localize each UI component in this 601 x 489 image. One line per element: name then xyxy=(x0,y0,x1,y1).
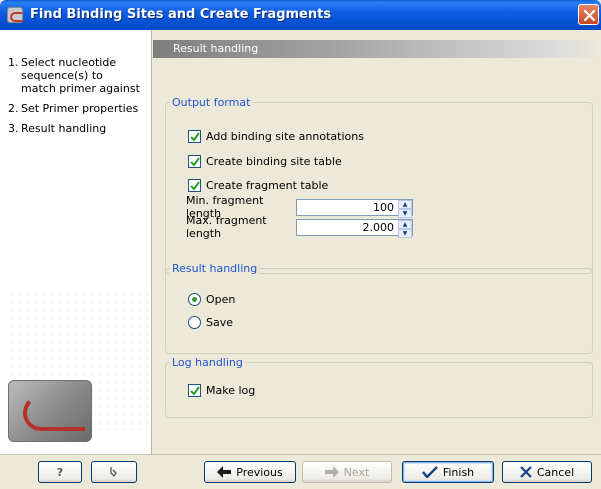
arrow-down-icon[interactable]: ▼ xyxy=(398,208,412,218)
cancel-label: Cancel xyxy=(536,465,575,479)
cancel-button[interactable]: Cancel xyxy=(502,461,592,483)
checkmark-icon xyxy=(421,466,438,478)
checkbox-box[interactable] xyxy=(188,154,201,168)
main-content: Result handling Output format Add bindin… xyxy=(153,30,601,454)
open-radio[interactable]: Open xyxy=(188,292,235,306)
checkbox-box[interactable] xyxy=(188,178,201,192)
radio-button[interactable] xyxy=(188,292,201,306)
min-fragment-row: Min. fragment length 100 ▲ ▼ xyxy=(186,194,413,220)
spinner-arrows[interactable]: ▲ ▼ xyxy=(398,199,412,218)
fragment-table-checkbox[interactable]: Create fragment table xyxy=(188,178,328,192)
radio-label: Open xyxy=(206,292,236,306)
help-button[interactable]: ? xyxy=(38,461,82,483)
save-radio[interactable]: Save xyxy=(188,315,233,329)
checkbox-label: Add binding site annotations xyxy=(206,129,364,143)
dialog-window: Find Binding Sites and Create Fragments … xyxy=(0,0,601,489)
max-fragment-row: Max. fragment length 2.000 ▲ ▼ xyxy=(186,214,413,240)
group-legend: Log handling xyxy=(170,356,245,369)
max-fragment-spinner[interactable]: 2.000 ▲ ▼ xyxy=(296,218,413,238)
arrow-right-icon xyxy=(324,466,339,478)
binding-site-table-checkbox[interactable]: Create binding site table xyxy=(188,154,342,168)
window-title: Find Binding Sites and Create Fragments xyxy=(30,7,332,22)
group-legend: Output format xyxy=(170,96,253,109)
previous-label: Previous xyxy=(236,465,283,479)
step-1: 1. Select nucleotide sequence(s) to matc… xyxy=(8,56,140,95)
previous-button[interactable]: Previous xyxy=(204,461,296,483)
make-log-checkbox[interactable]: Make log xyxy=(188,383,255,397)
checkmark-icon xyxy=(190,156,200,167)
steps-panel: 1. Select nucleotide sequence(s) to matc… xyxy=(0,30,152,454)
step-2: 2. Set Primer properties xyxy=(8,102,151,115)
app-icon xyxy=(7,7,23,23)
arrow-down-icon[interactable]: ▼ xyxy=(398,228,412,238)
x-icon xyxy=(520,466,532,478)
max-fragment-label: Max. fragment length xyxy=(186,214,267,240)
close-button[interactable] xyxy=(578,4,599,25)
finish-label: Finish xyxy=(442,465,475,479)
checkbox-label: Create binding site table xyxy=(206,154,342,168)
step-label: Result handling xyxy=(21,122,107,135)
checkbox-label: Create fragment table xyxy=(206,178,329,192)
arrow-up-icon[interactable]: ▲ xyxy=(398,219,412,229)
radio-label: Save xyxy=(206,315,234,329)
checkmark-icon xyxy=(190,180,200,191)
max-fragment-value[interactable]: 2.000 xyxy=(297,221,398,234)
spinner-arrows[interactable]: ▲ ▼ xyxy=(398,219,412,238)
clc-logo xyxy=(8,380,92,442)
title-bar: Find Binding Sites and Create Fragments xyxy=(0,0,601,30)
reset-button[interactable] xyxy=(91,461,137,483)
checkmark-icon xyxy=(190,385,200,396)
help-icon: ? xyxy=(56,465,64,479)
step-label: Select nucleotide sequence(s) to match p… xyxy=(21,56,140,95)
log-handling-group: Log handling Make log xyxy=(165,356,593,418)
checkbox-box[interactable] xyxy=(188,383,201,397)
result-handling-group: Result handling Open Save xyxy=(165,262,593,354)
radio-button[interactable] xyxy=(188,315,201,329)
arrow-left-icon xyxy=(217,466,232,478)
reset-icon xyxy=(110,467,117,478)
checkbox-label: Make log xyxy=(206,383,256,397)
step-3: 3. Result handling xyxy=(8,122,151,135)
add-annotations-checkbox[interactable]: Add binding site annotations xyxy=(188,129,364,143)
min-fragment-spinner[interactable]: 100 ▲ ▼ xyxy=(296,198,413,218)
min-fragment-value[interactable]: 100 xyxy=(297,201,398,214)
checkbox-box[interactable] xyxy=(188,129,201,143)
step-label: Set Primer properties xyxy=(21,102,139,115)
finish-button[interactable]: Finish xyxy=(402,461,494,483)
output-format-group: Output format Add binding site annotatio… xyxy=(165,96,593,274)
group-legend: Result handling xyxy=(170,262,260,275)
checkmark-icon xyxy=(190,131,200,142)
button-bar: ? Previous Next Finish Cancel xyxy=(0,454,601,489)
next-label: Next xyxy=(343,465,370,479)
close-icon xyxy=(583,9,596,22)
next-button[interactable]: Next xyxy=(302,461,392,483)
arrow-up-icon[interactable]: ▲ xyxy=(398,199,412,209)
section-header: Result handling xyxy=(153,40,601,58)
